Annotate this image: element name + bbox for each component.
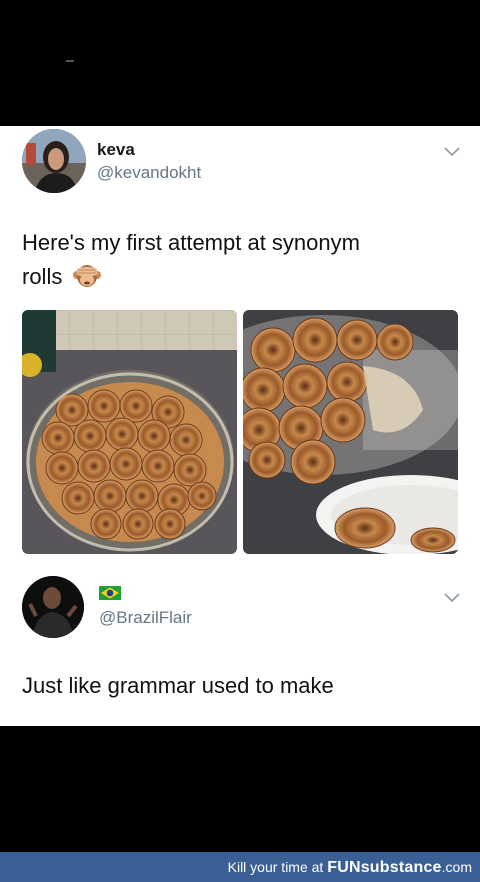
display-name[interactable]: keva	[97, 140, 135, 160]
chevron-down-icon[interactable]	[444, 147, 460, 157]
user-handle[interactable]: @BrazilFlair	[99, 608, 192, 628]
photo-rolls-closeup[interactable]	[243, 310, 458, 554]
footer-credit[interactable]: Kill your time at FUNsubstance.com	[228, 859, 472, 877]
footer-brand-rest: substance	[360, 859, 442, 876]
top-black-bar	[0, 0, 480, 126]
status-dash	[66, 60, 74, 62]
chevron-down-icon[interactable]	[444, 593, 460, 603]
see-no-evil-monkey-icon	[73, 265, 102, 287]
footer-suffix: .com	[441, 859, 472, 875]
site-footer: Kill your time at FUNsubstance.com	[0, 852, 480, 882]
tweet-text: Here's my first attempt at synonym rolls	[22, 226, 462, 294]
photo-rolls-tray[interactable]	[22, 310, 237, 554]
brazil-flag-icon	[99, 586, 121, 600]
tweet-card: keva @kevandokht Here's my first attempt…	[0, 126, 480, 726]
tweet-text: Just like grammar used to make	[22, 673, 334, 698]
footer-brand-bold: FUN	[327, 859, 361, 876]
tweet-text-line1: Here's my first attempt at synonym	[22, 230, 360, 255]
footer-brand: FUNsubstance	[327, 859, 441, 876]
avatar-brazilflair[interactable]	[22, 576, 84, 638]
avatar-keva[interactable]	[22, 129, 86, 193]
footer-prefix: Kill your time at	[227, 859, 324, 875]
tweet-text-line2-word: rolls	[22, 264, 63, 289]
reply-tweet: @BrazilFlair Just like grammar used to m…	[0, 566, 480, 726]
user-handle[interactable]: @kevandokht	[97, 163, 201, 183]
original-tweet: keva @kevandokht Here's my first attempt…	[0, 126, 480, 556]
tweet-text-line2: rolls	[22, 260, 462, 294]
